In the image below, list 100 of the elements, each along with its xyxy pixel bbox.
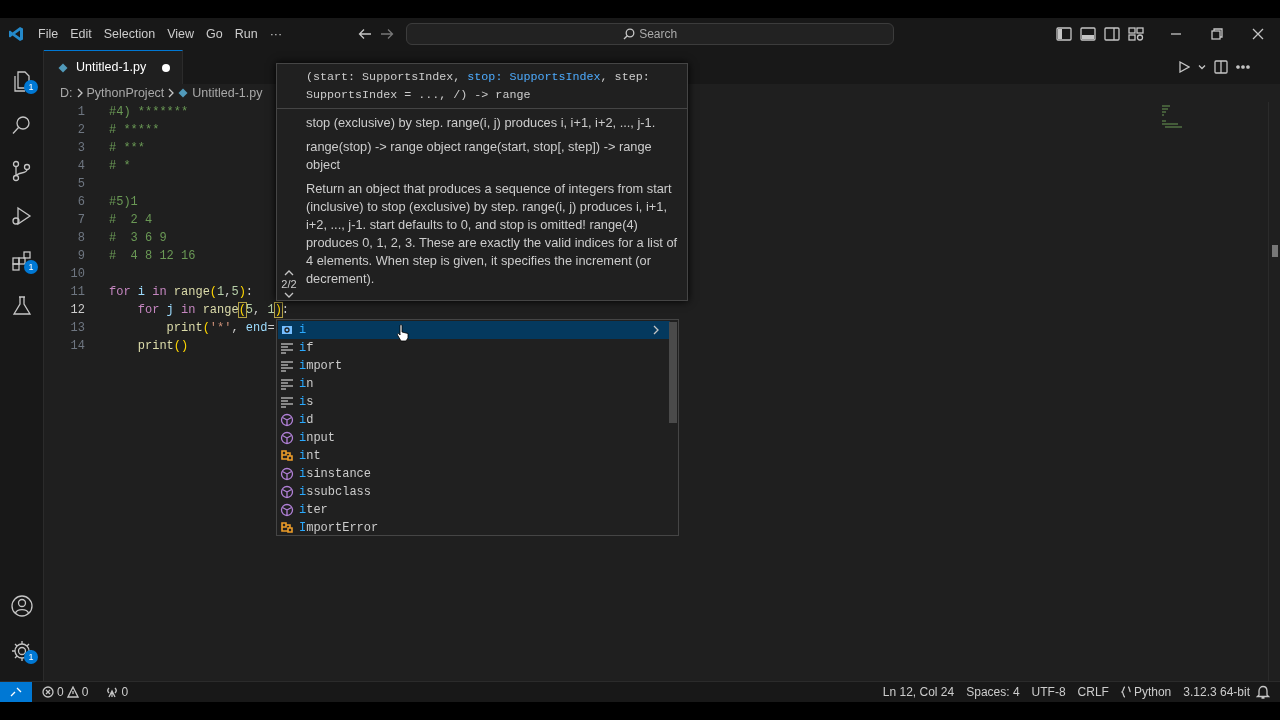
breadcrumb-item[interactable]: D:	[60, 83, 73, 103]
menu-item[interactable]: ···	[263, 22, 289, 46]
more-actions-icon[interactable]	[1236, 65, 1250, 69]
ports-indicator[interactable]: 0	[100, 683, 135, 701]
braces-icon	[1120, 686, 1131, 698]
line-number: 9	[76, 248, 86, 265]
cube-icon	[280, 485, 294, 499]
status-item[interactable]: Python	[1114, 683, 1178, 701]
suggestion-item[interactable]: if	[278, 339, 670, 357]
code-line: # 3 6 9	[109, 230, 167, 247]
line-number: 4	[76, 158, 86, 175]
code-line: for j in range(5, 1):	[136, 302, 290, 319]
suggestion-item[interactable]: ImportError	[278, 519, 670, 537]
panel-toggle-icon[interactable]	[1080, 27, 1096, 41]
code-line: # 2 4	[109, 212, 153, 229]
status-item[interactable]: UTF-8	[1025, 683, 1072, 701]
suggestion-item[interactable]: isinstance	[278, 465, 670, 483]
status-item[interactable]: Ln 12, Col 24	[876, 683, 961, 701]
notification-bell-icon[interactable]	[1256, 685, 1270, 699]
editor-tab[interactable]: Untitled-1.py	[44, 50, 184, 84]
pointer-cursor-icon	[396, 324, 410, 342]
line-number: 3	[76, 140, 86, 157]
suggestion-item[interactable]: import	[278, 357, 670, 375]
scrollbar[interactable]	[669, 322, 677, 423]
back-arrow-icon[interactable]	[358, 28, 373, 40]
menu-item[interactable]: Selection	[97, 22, 162, 46]
line-number: 2	[76, 122, 86, 139]
code-line: # ***	[109, 140, 145, 157]
flask-icon[interactable]	[10, 293, 34, 318]
sidebar-toggle-icon[interactable]	[1056, 27, 1072, 41]
line-number: 1	[76, 104, 86, 121]
chevron-icon	[76, 88, 83, 98]
suggestion-item[interactable]: i	[278, 321, 670, 339]
secondary-sidebar-icon[interactable]	[1104, 27, 1120, 41]
restore-icon[interactable]	[1211, 28, 1223, 40]
keyword-icon	[280, 341, 294, 355]
suggestion-item[interactable]: is	[278, 393, 670, 411]
suggestion-item[interactable]: iter	[278, 501, 670, 519]
unsaved-dot-icon	[162, 63, 171, 72]
line-number: 14	[69, 338, 86, 355]
line-number: 10	[69, 266, 86, 283]
problems-indicator[interactable]: 0 0	[36, 683, 95, 701]
run-icon[interactable]	[1178, 61, 1190, 73]
keyword-icon	[280, 395, 294, 409]
code-line: print()	[136, 338, 189, 355]
class-icon	[280, 521, 294, 535]
doc-paragraph: Return an object that produces a sequence of integers from start (inclusive) to stop (exclusive) by step. range(i, j) produces i, i+1, i+2, ..., j-1. start defaults to 0, and stop is omitted! range(4) produces 0, 1, 2, 3. These are exactly the valid indices for a list of 4 elements. When step is given, it specifies the increment (or decrement).	[306, 180, 679, 288]
notification-badge: 1	[24, 650, 38, 664]
breadcrumb-item[interactable]: Untitled-1.py	[192, 83, 263, 103]
remote-icon[interactable]	[10, 686, 22, 698]
notification-badge: 1	[24, 260, 38, 274]
line-number: 7	[76, 212, 86, 229]
suggestion-item[interactable]: int	[278, 447, 670, 465]
cube-icon	[280, 413, 294, 427]
search-field[interactable]: Search	[406, 23, 895, 45]
extensions-icon[interactable]	[10, 248, 34, 273]
line-number: 12	[69, 302, 86, 319]
cube-icon	[280, 467, 294, 481]
notification-badge: 1	[24, 80, 38, 94]
class-icon	[280, 449, 294, 463]
forward-arrow-icon[interactable]	[380, 28, 395, 40]
status-item[interactable]: CRLF	[1071, 683, 1115, 701]
keyword-icon	[280, 359, 294, 373]
account-icon[interactable]	[10, 593, 34, 618]
menu-item[interactable]: Go	[200, 22, 229, 46]
chevron-icon	[168, 88, 175, 98]
scrollbar[interactable]	[1268, 102, 1280, 681]
menu-item[interactable]: Run	[228, 22, 264, 46]
split-editor-icon[interactable]	[1214, 60, 1228, 74]
status-item[interactable]: Spaces: 4	[960, 683, 1026, 701]
python-file-icon	[58, 62, 68, 73]
warning-icon	[66, 686, 79, 698]
down-chevron-icon[interactable]	[284, 292, 294, 298]
layout-icon[interactable]	[1128, 27, 1144, 41]
code-line: # *	[109, 158, 131, 175]
python-file-icon	[178, 88, 189, 98]
variable-icon	[280, 323, 294, 337]
overload-counter: 2/2	[281, 276, 297, 292]
line-number: 13	[69, 320, 86, 337]
doc-paragraph: stop (exclusive) by step. range(i, j) produces i, i+1, i+2, ..., j-1.	[306, 114, 657, 132]
suggestion-item[interactable]: id	[278, 411, 670, 429]
error-icon	[42, 686, 54, 698]
suggestion-item[interactable]: input	[278, 429, 670, 447]
breadcrumb-item[interactable]: PythonProject	[86, 83, 165, 103]
suggestion-item[interactable]: in	[278, 375, 670, 393]
doc-paragraph: range(stop) -> range object range(start, stop[, step]) -> range object	[306, 138, 653, 174]
up-chevron-icon[interactable]	[284, 269, 294, 276]
menu-item[interactable]: View	[161, 22, 200, 46]
keyword-icon	[280, 377, 294, 391]
suggestion-item[interactable]: issubclass	[278, 483, 670, 501]
status-item[interactable]: 3.12.3 64-bit	[1177, 683, 1256, 701]
close-icon[interactable]	[1252, 28, 1264, 40]
chevron-right-icon[interactable]	[652, 325, 660, 335]
vscode-logo-icon	[8, 26, 24, 42]
code-line: # 4 8 12 16	[109, 248, 196, 265]
cube-icon	[280, 431, 294, 445]
code-line: #5)1	[109, 194, 138, 211]
menu-item[interactable]: Edit	[64, 22, 98, 46]
menu-item[interactable]: File	[32, 22, 65, 46]
antenna-icon	[106, 686, 119, 698]
